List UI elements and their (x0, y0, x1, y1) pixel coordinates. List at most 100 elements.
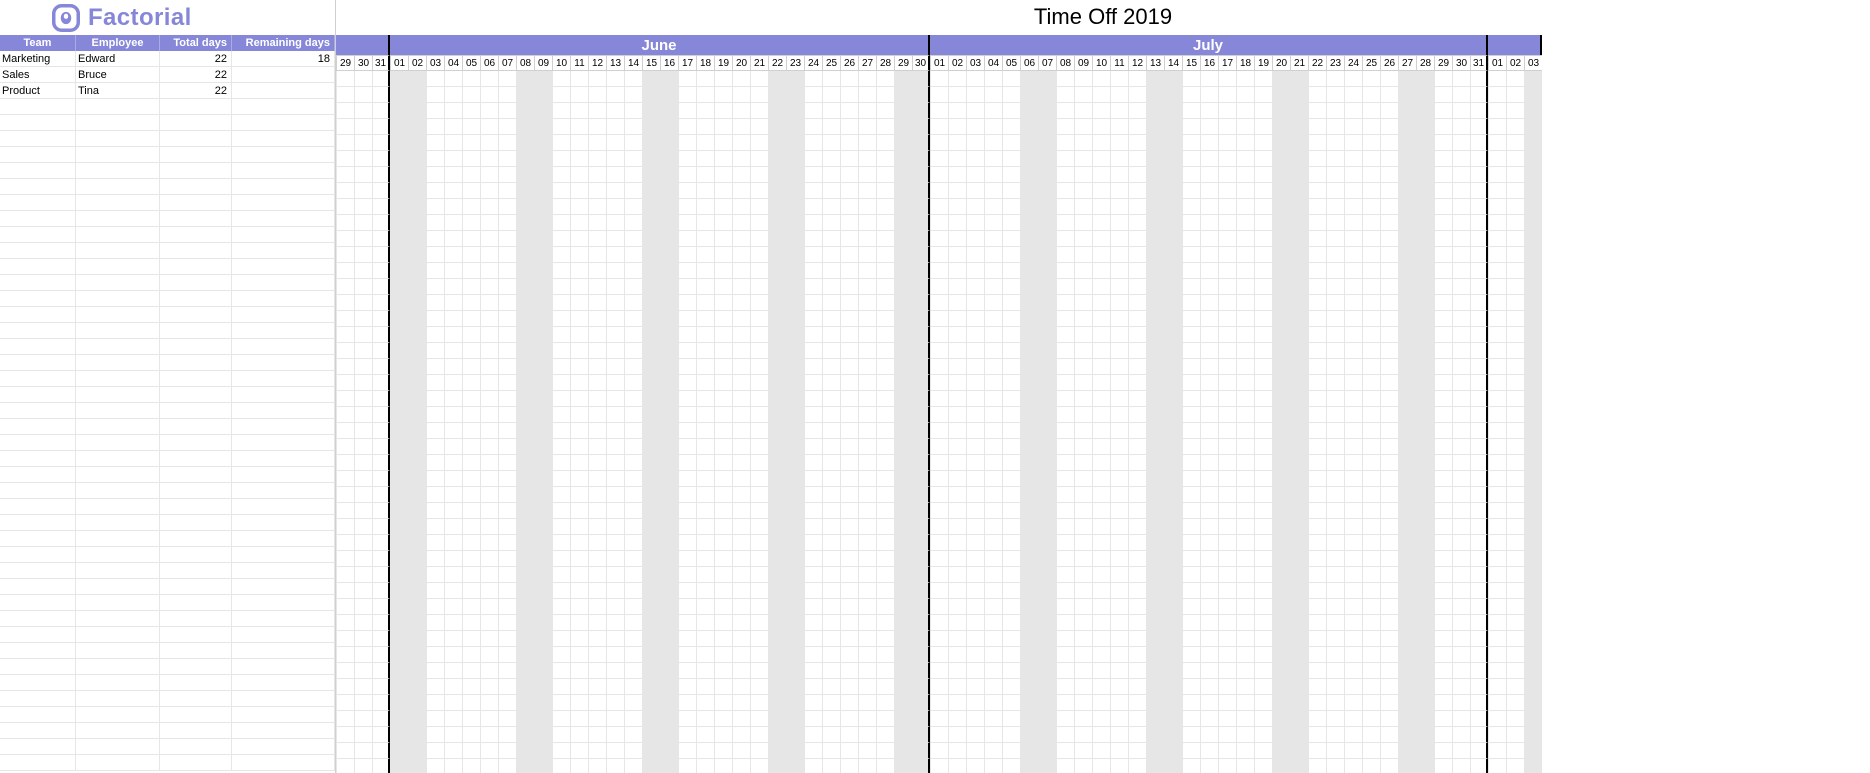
calendar-cell[interactable] (750, 135, 768, 151)
calendar-cell[interactable] (426, 279, 444, 295)
calendar-cell[interactable] (1290, 327, 1308, 343)
calendar-cell[interactable] (948, 375, 966, 391)
calendar-cell[interactable] (354, 87, 372, 103)
calendar-cell[interactable] (624, 423, 642, 439)
calendar-cell[interactable] (1452, 119, 1470, 135)
calendar-cell[interactable] (714, 151, 732, 167)
calendar-cell[interactable] (1308, 71, 1326, 87)
calendar-cell[interactable] (426, 135, 444, 151)
calendar-cell[interactable] (714, 423, 732, 439)
calendar-cell[interactable] (714, 375, 732, 391)
calendar-cell[interactable] (354, 439, 372, 455)
calendar-cell[interactable] (984, 615, 1002, 631)
calendar-cell[interactable] (858, 215, 876, 231)
calendar-cell[interactable] (696, 199, 714, 215)
employee-row[interactable] (0, 99, 335, 115)
calendar-cell[interactable] (1488, 455, 1506, 471)
calendar-cell[interactable] (1398, 135, 1416, 151)
calendar-cell[interactable] (1272, 103, 1290, 119)
calendar-cell[interactable] (1524, 743, 1542, 759)
cell-employee[interactable] (76, 547, 160, 562)
calendar-cell[interactable] (1398, 407, 1416, 423)
calendar-cell[interactable] (642, 87, 660, 103)
calendar-cell[interactable] (1488, 199, 1506, 215)
calendar-cell[interactable] (570, 263, 588, 279)
calendar-cell[interactable] (1362, 695, 1380, 711)
calendar-cell[interactable] (894, 247, 912, 263)
cell-team[interactable] (0, 691, 76, 706)
calendar-cell[interactable] (1506, 327, 1524, 343)
calendar-cell[interactable] (516, 759, 534, 773)
calendar-cell[interactable] (876, 695, 894, 711)
calendar-cell[interactable] (516, 103, 534, 119)
calendar-cell[interactable] (462, 439, 480, 455)
calendar-cell[interactable] (1362, 567, 1380, 583)
calendar-cell[interactable] (1488, 231, 1506, 247)
calendar-cell[interactable] (462, 679, 480, 695)
calendar-cell[interactable] (552, 375, 570, 391)
calendar-cell[interactable] (354, 743, 372, 759)
calendar-cell[interactable] (1344, 199, 1362, 215)
calendar-cell[interactable] (840, 471, 858, 487)
calendar-cell[interactable] (1092, 135, 1110, 151)
calendar-cell[interactable] (426, 743, 444, 759)
calendar-cell[interactable] (1200, 695, 1218, 711)
calendar-cell[interactable] (426, 151, 444, 167)
calendar-cell[interactable] (858, 679, 876, 695)
calendar-cell[interactable] (1218, 343, 1236, 359)
calendar-cell[interactable] (1290, 631, 1308, 647)
calendar-cell[interactable] (1506, 679, 1524, 695)
calendar-cell[interactable] (1416, 471, 1434, 487)
calendar-cell[interactable] (930, 423, 948, 439)
calendar-cell[interactable] (930, 199, 948, 215)
calendar-cell[interactable] (588, 215, 606, 231)
calendar-cell[interactable] (1290, 439, 1308, 455)
calendar-cell[interactable] (1038, 711, 1056, 727)
calendar-cell[interactable] (1398, 247, 1416, 263)
calendar-cell[interactable] (516, 135, 534, 151)
calendar-cell[interactable] (1326, 231, 1344, 247)
calendar-cell[interactable] (1200, 375, 1218, 391)
calendar-cell[interactable] (588, 743, 606, 759)
calendar-cell[interactable] (1020, 71, 1038, 87)
calendar-cell[interactable] (1128, 519, 1146, 535)
calendar-cell[interactable] (642, 327, 660, 343)
cell-team[interactable] (0, 659, 76, 674)
calendar-cell[interactable] (390, 375, 408, 391)
calendar-cell[interactable] (1434, 247, 1452, 263)
calendar-cell[interactable] (1200, 487, 1218, 503)
calendar-cell[interactable] (768, 295, 786, 311)
calendar-cell[interactable] (732, 743, 750, 759)
calendar-cell[interactable] (570, 551, 588, 567)
calendar-cell[interactable] (1416, 215, 1434, 231)
calendar-cell[interactable] (1254, 215, 1272, 231)
calendar-cell[interactable] (822, 663, 840, 679)
calendar-cell[interactable] (948, 135, 966, 151)
calendar-cell[interactable] (354, 263, 372, 279)
calendar-cell[interactable] (714, 391, 732, 407)
calendar-cell[interactable] (822, 615, 840, 631)
calendar-cell[interactable] (696, 375, 714, 391)
calendar-cell[interactable] (1434, 151, 1452, 167)
calendar-cell[interactable] (1344, 599, 1362, 615)
calendar-cell[interactable] (1254, 711, 1272, 727)
calendar-cell[interactable] (336, 631, 354, 647)
cell-team[interactable] (0, 275, 76, 290)
calendar-cell[interactable] (606, 439, 624, 455)
calendar-cell[interactable] (840, 135, 858, 151)
calendar-cell[interactable] (1020, 231, 1038, 247)
calendar-cell[interactable] (750, 215, 768, 231)
calendar-cell[interactable] (480, 327, 498, 343)
calendar-cell[interactable] (1524, 103, 1542, 119)
calendar-cell[interactable] (840, 295, 858, 311)
calendar-cell[interactable] (1020, 759, 1038, 773)
calendar-cell[interactable] (696, 487, 714, 503)
calendar-cell[interactable] (1218, 183, 1236, 199)
calendar-cell[interactable] (1110, 407, 1128, 423)
calendar-cell[interactable] (1038, 359, 1056, 375)
calendar-cell[interactable] (1434, 103, 1452, 119)
calendar-cell[interactable] (606, 551, 624, 567)
calendar-cell[interactable] (498, 167, 516, 183)
calendar-cell[interactable] (1398, 551, 1416, 567)
calendar-cell[interactable] (1218, 135, 1236, 151)
